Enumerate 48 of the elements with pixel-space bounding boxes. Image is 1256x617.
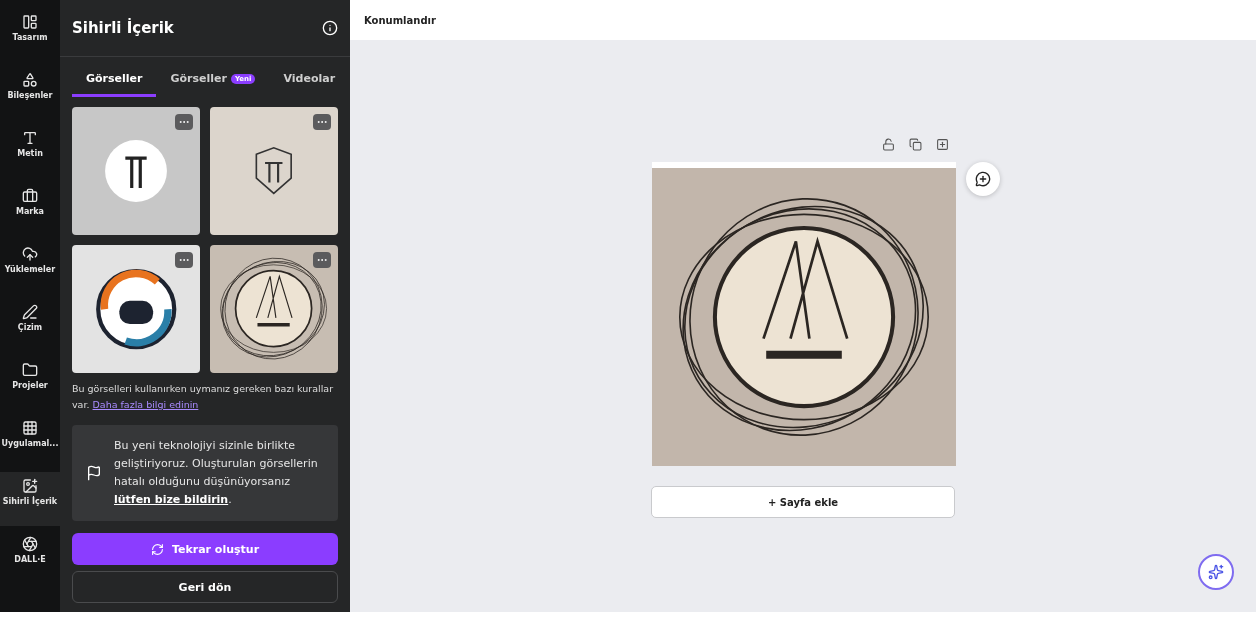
unlock-icon[interactable] bbox=[882, 138, 895, 151]
shapes-icon bbox=[22, 72, 38, 88]
image-thumbnail[interactable] bbox=[210, 107, 338, 235]
logo-drawing bbox=[104, 139, 168, 203]
text-icon bbox=[22, 130, 38, 146]
more-button[interactable] bbox=[313, 252, 331, 268]
sidebar-item[interactable]: Marka bbox=[0, 182, 60, 236]
sidebar-item[interactable]: Tasarım bbox=[0, 8, 60, 62]
sidebar-item[interactable]: DALL·E bbox=[0, 530, 60, 584]
sidebar-item[interactable]: Uygulamal... bbox=[0, 414, 60, 468]
folder-icon bbox=[22, 362, 38, 378]
image-thumbnail[interactable] bbox=[72, 107, 200, 235]
tab[interactable]: Videolar bbox=[269, 67, 350, 97]
info-icon[interactable] bbox=[322, 20, 338, 36]
learn-more-link[interactable]: Daha fazla bilgi edinin bbox=[92, 399, 199, 410]
aperture-icon bbox=[22, 536, 38, 552]
tab[interactable]: Görseller bbox=[72, 67, 157, 97]
regenerate-button[interactable]: Tekrar oluştur bbox=[72, 533, 338, 565]
more-button[interactable] bbox=[313, 114, 331, 130]
sidebar-item[interactable]: Metin bbox=[0, 124, 60, 178]
sidebar-item[interactable]: Çizim bbox=[0, 298, 60, 352]
sidebar-item[interactable]: Projeler bbox=[0, 356, 60, 410]
image-thumbnail[interactable] bbox=[210, 245, 338, 373]
comment-button[interactable] bbox=[966, 162, 1000, 196]
sidebar-item[interactable]: Bileşenler bbox=[0, 66, 60, 120]
sparkles-icon bbox=[1208, 564, 1224, 580]
panel-title: Sihirli İçerik bbox=[72, 19, 174, 37]
flag-icon bbox=[86, 465, 102, 481]
briefcase-icon bbox=[22, 188, 38, 204]
image-thumbnail[interactable] bbox=[72, 245, 200, 373]
pen-icon bbox=[22, 304, 38, 320]
image-plus-icon bbox=[22, 478, 38, 494]
layout-icon bbox=[22, 14, 38, 30]
notice-text: Bu görselleri kullanırken uymanız gereken bazı kurallar var. Daha fazla bilgi edinin bbox=[71, 382, 335, 412]
assistant-button[interactable] bbox=[1198, 554, 1234, 590]
more-button[interactable] bbox=[175, 252, 193, 268]
duplicate-icon[interactable] bbox=[909, 138, 922, 151]
back-button[interactable]: Geri dön bbox=[72, 571, 338, 603]
feedback-text: Bu yeni teknolojiyi sizinle birlikte geliştiriyoruz. Oluşturulan görsellerin hatalı olduğunu düşünüyorsanız lütfen bize bildirin. bbox=[114, 438, 319, 508]
comment-icon bbox=[975, 171, 991, 187]
refresh-icon bbox=[150, 542, 164, 556]
more-button[interactable] bbox=[175, 114, 193, 130]
sidebar-item[interactable]: Yüklemeler bbox=[0, 240, 60, 294]
grid-icon bbox=[22, 420, 38, 436]
add-icon[interactable] bbox=[936, 138, 949, 151]
cloud-upload-icon bbox=[22, 246, 38, 262]
add-page-button[interactable]: + Sayfa ekle bbox=[651, 486, 955, 518]
sidebar-item[interactable]: Sihirli İçerik bbox=[0, 472, 60, 526]
